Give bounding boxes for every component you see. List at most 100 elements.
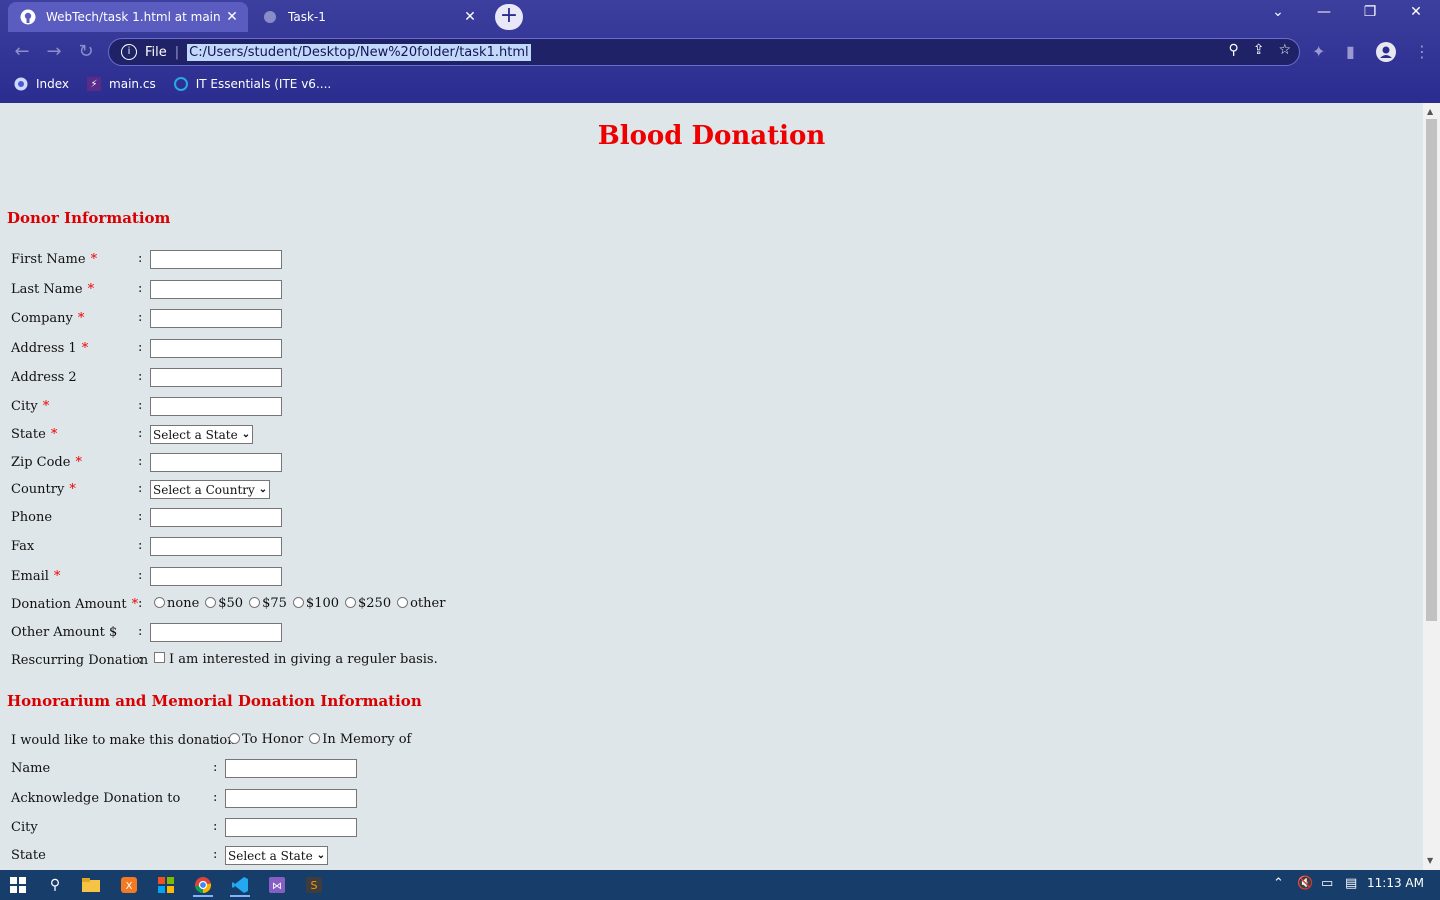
field-control <box>150 508 282 527</box>
field-control <box>150 567 282 586</box>
close-tab-icon[interactable]: ✕ <box>222 9 242 25</box>
close-window-icon[interactable]: ✕ <box>1396 4 1436 20</box>
network-icon[interactable]: ▭ <box>1321 876 1333 891</box>
side-panel-icon[interactable]: ▮ <box>1346 42 1355 61</box>
field-label: State <box>11 426 46 442</box>
field-control <box>225 818 357 837</box>
text-input[interactable] <box>150 309 282 328</box>
page-title: Blood Donation <box>597 121 826 151</box>
restore-icon[interactable]: ❐ <box>1350 4 1390 20</box>
radio-button[interactable] <box>229 733 240 744</box>
checkbox-label: I am interested in giving a reguler basi… <box>169 652 438 667</box>
file-explorer-icon[interactable] <box>81 875 101 895</box>
netacad-icon <box>173 77 188 91</box>
tab-github[interactable]: WebTech/task 1.html at main · M ✕ <box>8 2 248 32</box>
text-input[interactable] <box>150 453 282 472</box>
radio-label: other <box>410 596 446 611</box>
vertical-scrollbar[interactable]: ▲ ▼ <box>1423 103 1440 870</box>
field-control: none $50 $75 $100 $250 other <box>150 596 447 611</box>
info-icon[interactable]: i <box>121 44 137 60</box>
zoom-icon[interactable]: ⚲ <box>1228 42 1238 58</box>
text-input[interactable] <box>150 508 282 527</box>
colon-separator: : <box>213 732 218 747</box>
text-input[interactable] <box>150 368 282 387</box>
select-dropdown[interactable]: Select a State ⌄ <box>150 425 254 444</box>
radio-button[interactable] <box>345 597 357 608</box>
vscode-icon[interactable] <box>230 875 250 897</box>
form-row: Zip Code *: <box>11 451 1411 473</box>
field-control: Select a State ⌄ <box>150 425 254 444</box>
text-input[interactable] <box>150 537 282 556</box>
radio-button[interactable] <box>154 597 165 608</box>
field-label: Last Name <box>11 281 83 297</box>
text-input[interactable] <box>225 759 357 778</box>
field-control: Select a State ⌄ <box>225 846 329 865</box>
text-input[interactable] <box>150 250 282 269</box>
field-label: Name <box>11 760 51 776</box>
colon-separator: : <box>138 568 143 583</box>
reload-icon[interactable]: ↻ <box>74 40 98 64</box>
taskbar: ⚲ X ⋈ S ⌃ 🔇 ▭ ▤ 11:13 AM <box>0 870 1440 900</box>
windows-start-icon[interactable] <box>8 875 28 895</box>
field-label: Fax <box>11 538 35 554</box>
tab-task1[interactable]: Task-1 ✕ <box>250 2 486 32</box>
volume-muted-icon[interactable]: 🔇 <box>1297 876 1313 891</box>
extensions-icon[interactable]: ✦ <box>1312 42 1325 61</box>
star-icon[interactable]: ☆ <box>1278 42 1291 58</box>
forward-icon[interactable]: → <box>42 40 66 64</box>
checkbox[interactable] <box>154 652 165 663</box>
share-icon[interactable]: ⇪ <box>1253 42 1265 58</box>
xampp-icon[interactable]: X <box>119 875 139 895</box>
close-tab-icon[interactable]: ✕ <box>460 9 480 25</box>
search-icon[interactable]: ⚲ <box>45 875 65 895</box>
radio-button[interactable] <box>309 733 321 744</box>
radio-button[interactable] <box>205 597 217 608</box>
new-tab-button[interactable]: + <box>495 4 523 30</box>
store-icon[interactable] <box>156 875 176 895</box>
tab-search-icon[interactable]: ⌄ <box>1258 4 1298 20</box>
sublime-icon[interactable]: S <box>304 875 324 895</box>
notifications-icon[interactable]: ▤ <box>1345 876 1357 891</box>
form-row: Company *: <box>11 307 1411 329</box>
text-input[interactable] <box>225 818 357 837</box>
minimize-icon[interactable]: — <box>1304 4 1344 20</box>
field-label: I would like to make this donation <box>11 732 236 748</box>
radio-button[interactable] <box>397 597 409 608</box>
form-row: City *: <box>11 395 1411 417</box>
scrollbar-thumb[interactable] <box>1426 119 1437 621</box>
shield-icon <box>14 77 28 91</box>
radio-button[interactable] <box>292 597 304 608</box>
address-bar[interactable]: i File | C:/Users/student/Desktop/New%20… <box>108 38 1300 66</box>
bookmark-item[interactable]: Index <box>14 77 69 91</box>
text-input[interactable] <box>150 397 282 416</box>
bookmark-item[interactable]: ⚡ main.cs <box>87 77 156 91</box>
field-control: I am interested in giving a reguler basi… <box>150 652 440 667</box>
menu-icon[interactable]: ⋮ <box>1414 42 1430 61</box>
chrome-icon[interactable] <box>193 875 213 897</box>
radio-button[interactable] <box>249 597 261 608</box>
text-input[interactable] <box>225 789 357 808</box>
radio-label: $50 <box>218 596 244 611</box>
scroll-up-icon[interactable]: ▲ <box>1427 107 1433 116</box>
select-dropdown[interactable]: Select a Country ⌄ <box>150 480 271 499</box>
radio-label: To Honor <box>242 732 304 747</box>
bookmark-item[interactable]: IT Essentials (ITE v6.... <box>173 77 331 91</box>
tray-chevron-icon[interactable]: ⌃ <box>1273 876 1284 891</box>
colon-separator: : <box>138 538 143 553</box>
select-value: Select a Country <box>153 482 255 497</box>
donor-section-heading: Donor Informatiom <box>7 209 171 227</box>
select-dropdown[interactable]: Select a State ⌄ <box>225 846 329 865</box>
url-text[interactable]: C:/Users/student/Desktop/New%20folder/ta… <box>187 43 531 61</box>
field-label: First Name <box>11 251 86 267</box>
bookmark-label: main.cs <box>109 77 156 91</box>
visual-studio-icon[interactable]: ⋈ <box>267 875 287 895</box>
profile-icon[interactable] <box>1376 42 1396 66</box>
text-input[interactable] <box>150 280 282 299</box>
text-input[interactable] <box>150 567 282 586</box>
text-input[interactable] <box>150 623 282 642</box>
scroll-down-icon[interactable]: ▼ <box>1427 856 1433 865</box>
field-control <box>150 368 282 387</box>
back-icon[interactable]: ← <box>10 40 34 64</box>
text-input[interactable] <box>150 339 282 358</box>
field-control <box>150 250 282 269</box>
